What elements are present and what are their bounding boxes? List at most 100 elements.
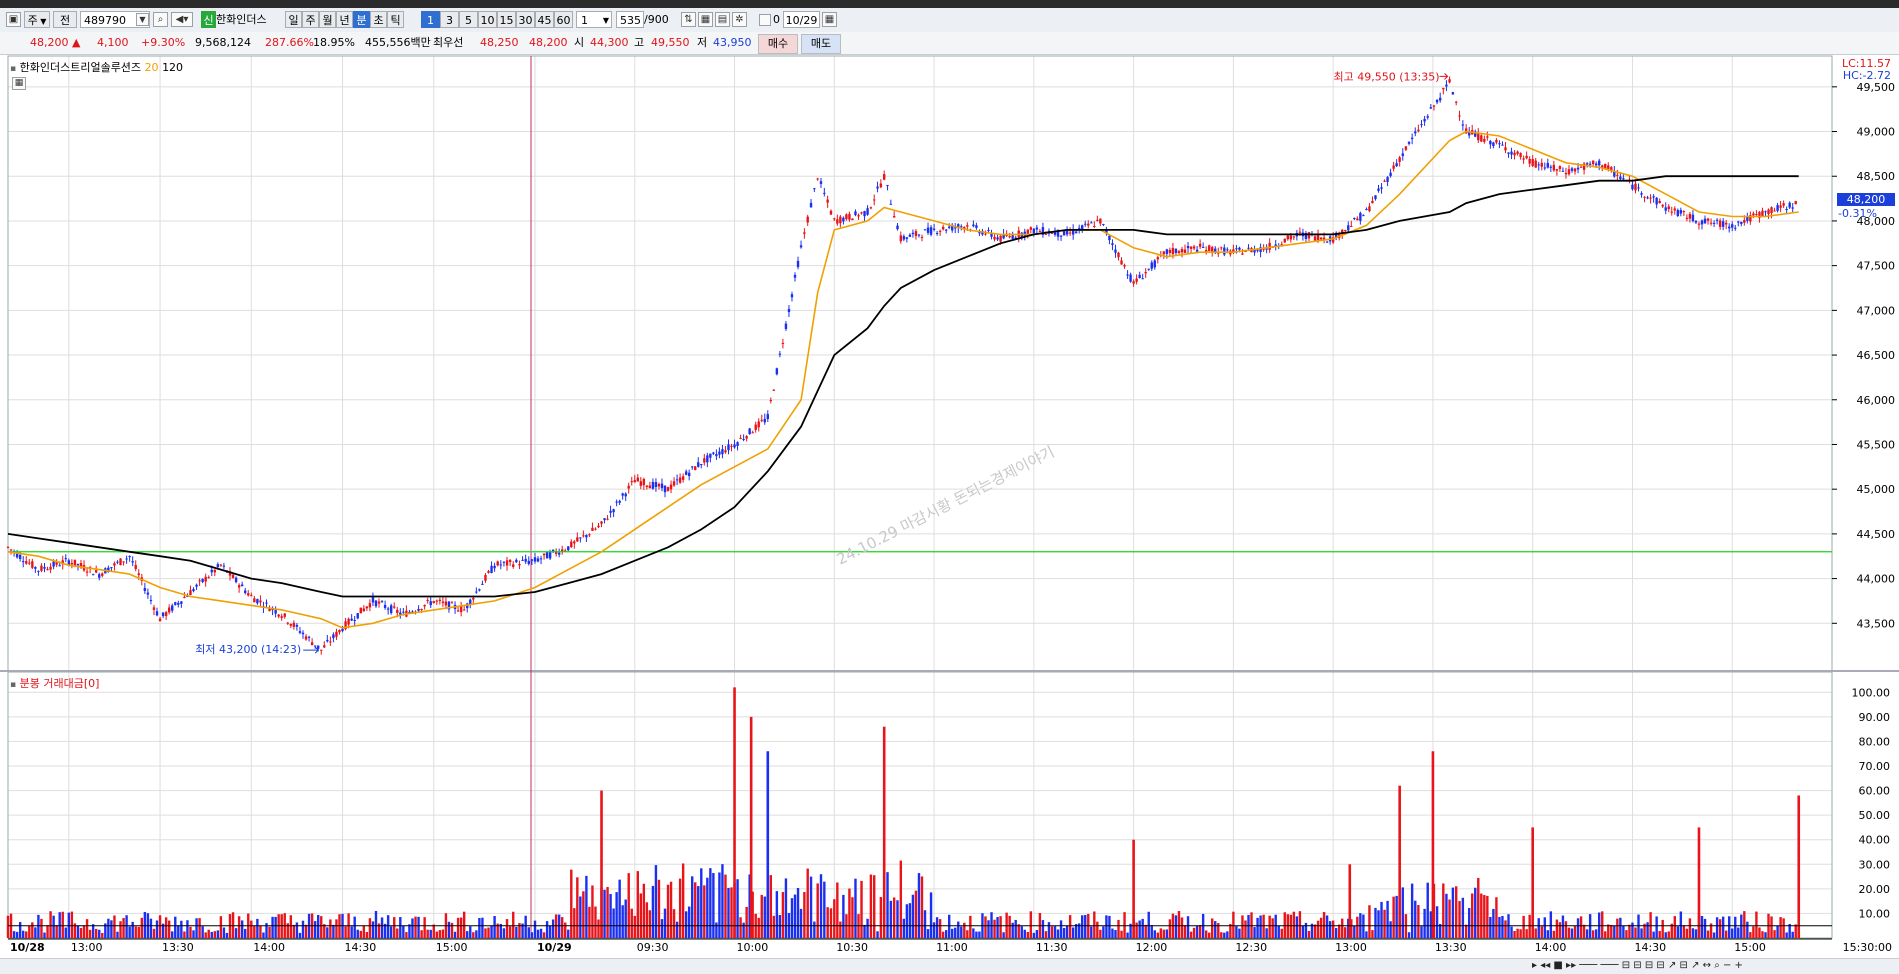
interval-tab-10[interactable]: 10: [478, 11, 497, 28]
candle-body: [1785, 209, 1788, 211]
buy-button[interactable]: 매수: [758, 34, 798, 54]
grid-icon[interactable]: ▦: [698, 12, 713, 27]
period-tab-0[interactable]: 일: [285, 11, 302, 28]
period-tab-1[interactable]: 주: [302, 11, 319, 28]
candle-body: [64, 558, 67, 560]
bar-count-input[interactable]: 535: [616, 11, 644, 28]
market-type-select[interactable]: 주 ▼: [24, 11, 50, 28]
time-label: 12:30: [1235, 941, 1267, 954]
candle-body: [1438, 97, 1442, 101]
period-tab-2[interactable]: 월: [319, 11, 336, 28]
volume-bar: [960, 926, 963, 938]
save-icon[interactable]: ▤: [715, 12, 730, 27]
volume-bar: [1737, 927, 1740, 938]
volume-bar: [1386, 900, 1389, 938]
candle-body: [748, 428, 751, 435]
candle-body: [487, 571, 490, 573]
gear-icon[interactable]: ✲: [732, 12, 747, 27]
sell-button[interactable]: 매도: [801, 34, 841, 54]
code-dropdown-icon[interactable]: ▼: [136, 13, 149, 26]
volume-value: 9,568,124: [195, 36, 251, 49]
candle-body: [790, 294, 794, 298]
volume-bar: [873, 875, 876, 938]
interval-tab-3[interactable]: 3: [440, 11, 459, 28]
volume-bar: [736, 879, 739, 938]
candle-body: [131, 561, 134, 563]
search-icon[interactable]: ⌕: [153, 12, 168, 27]
candle-body: [1389, 172, 1392, 177]
interval-tab-1[interactable]: 1: [421, 11, 440, 28]
volume-bar: [1099, 929, 1102, 938]
volume-bar: [225, 932, 229, 938]
max-arrow-icon: [1439, 72, 1449, 80]
candle-body: [164, 612, 168, 617]
indicator-icon[interactable]: ⇅: [681, 12, 696, 27]
volume-bar: [244, 928, 247, 938]
volume-bar: [1414, 900, 1417, 938]
volume-bar: [1773, 930, 1776, 938]
custom-interval-input[interactable]: 1 ▼: [576, 11, 612, 28]
volume-bar: [164, 917, 168, 938]
panel-settings-icon[interactable]: ▦: [12, 77, 26, 90]
calendar-icon[interactable]: ▦: [822, 12, 837, 27]
candle-body: [386, 608, 390, 610]
candle-body: [362, 608, 366, 612]
volume-bar: [237, 916, 241, 938]
candle-body: [1477, 133, 1480, 141]
period-tab-4[interactable]: 분: [353, 11, 370, 28]
candle-body: [1238, 247, 1241, 250]
sound-icon[interactable]: ◀▾: [171, 12, 193, 27]
volume-bar: [359, 930, 362, 938]
volume-bar: [110, 920, 113, 938]
volume-bar: [134, 926, 137, 938]
candle-body: [863, 211, 866, 217]
volume-bar: [823, 881, 826, 938]
candle-body: [709, 453, 712, 458]
volume-bar: [18, 921, 22, 938]
candle-body: [508, 560, 512, 563]
volume-bar: [1356, 916, 1359, 938]
period-tab-3[interactable]: 년: [336, 11, 353, 28]
volume-bar: [669, 881, 673, 938]
candle-body: [259, 600, 262, 603]
candle-body: [1068, 232, 1072, 234]
candle-body: [1084, 223, 1087, 225]
candle-body: [1189, 246, 1193, 249]
candle-body: [1724, 222, 1728, 225]
candle-body: [161, 612, 165, 617]
candle-body: [1029, 227, 1033, 230]
interval-tab-30[interactable]: 30: [516, 11, 535, 28]
chart-canvas[interactable]: 49,50049,00048,50048,00047,50047,00046,5…: [0, 55, 1899, 973]
volume-bar: [621, 905, 624, 938]
candle-body: [143, 588, 147, 591]
volume-bar: [1573, 926, 1577, 938]
volume-bar: [911, 894, 915, 938]
interval-tab-5[interactable]: 5: [459, 11, 478, 28]
volume-bar: [630, 908, 633, 938]
volume-bar: [1486, 895, 1489, 938]
volume-bar: [1718, 919, 1722, 938]
chart-menu-icon[interactable]: ▣: [6, 12, 21, 27]
volume-bar: [259, 925, 262, 938]
interval-tab-60[interactable]: 60: [554, 11, 573, 28]
candle-body: [1256, 249, 1259, 251]
prev-button[interactable]: 전: [53, 11, 77, 28]
candle-body: [816, 178, 819, 180]
interval-tab-15[interactable]: 15: [497, 11, 516, 28]
candle-body: [687, 472, 691, 477]
volume-bar: [234, 928, 238, 938]
volume-tick-label: 60.00: [1859, 785, 1891, 798]
chart-scrollbar[interactable]: ▸ ◂◂ ■ ▸▸ ─── ─── ⊟ ⊟ ⊟ ⊟ ↗ ⊟ ↗ ↔ ⌕ − +: [0, 958, 1899, 974]
period-tab-6[interactable]: 틱: [387, 11, 404, 28]
date-checkbox[interactable]: [759, 14, 771, 26]
volume-bar: [1504, 920, 1507, 938]
volume-bar: [739, 917, 742, 938]
volume-bar: [1700, 915, 1704, 938]
volume-bar: [37, 914, 40, 938]
date-input[interactable]: 10/29: [783, 11, 820, 28]
candle-body: [389, 605, 393, 613]
navigation-icons[interactable]: ▸ ◂◂ ■ ▸▸ ─── ─── ⊟ ⊟ ⊟ ⊟ ↗ ⊟ ↗ ↔ ⌕ − +: [1532, 960, 1743, 971]
volume-bar: [201, 926, 204, 938]
interval-tab-45[interactable]: 45: [535, 11, 554, 28]
period-tab-5[interactable]: 초: [370, 11, 387, 28]
